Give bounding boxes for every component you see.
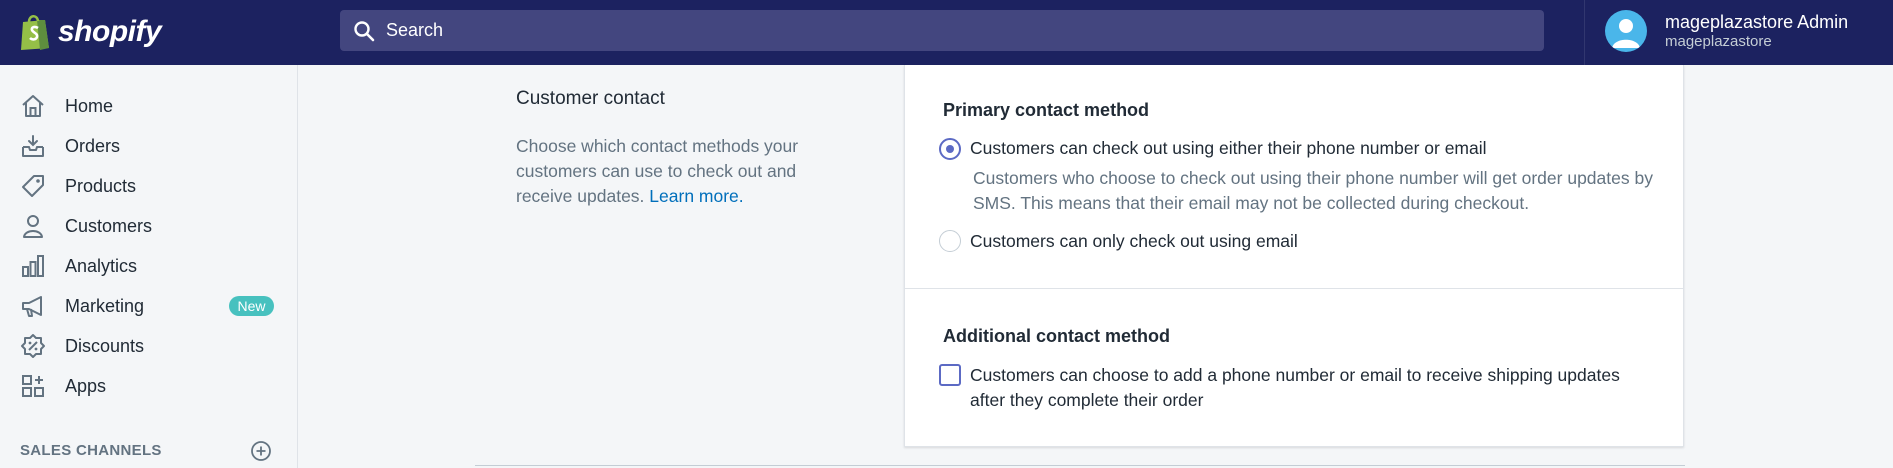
shopify-logo[interactable]: shopify <box>18 12 162 52</box>
sidebar-item-label: Orders <box>65 135 121 156</box>
avatar <box>1605 10 1647 52</box>
megaphone-icon <box>22 296 42 317</box>
radio-phone-or-email-help: Customers who choose to check out using … <box>973 168 1653 213</box>
sidebar-item-home[interactable]: Home <box>0 86 298 126</box>
sidebar-item-label: Analytics <box>65 255 138 276</box>
user-info: mageplazastore Admin mageplazastore <box>1665 11 1848 51</box>
radio-phone-or-email[interactable] <box>939 138 961 160</box>
radio-phone-or-email-label[interactable]: Customers can check out using either the… <box>970 136 1487 161</box>
user-avatar-icon <box>1612 19 1640 48</box>
radio-email-only[interactable] <box>939 230 961 252</box>
user-name: mageplazastore Admin <box>1665 12 1849 32</box>
divider <box>1584 0 1585 65</box>
apps-icon <box>22 375 44 397</box>
sidebar-item-label: Customers <box>65 215 153 236</box>
discount-icon <box>21 334 45 358</box>
top-bar: shopify Search mageplazastore Admin mage… <box>0 0 1893 65</box>
home-icon <box>22 95 44 117</box>
shopify-bag-icon <box>21 15 49 50</box>
section-description: Choose which contact methods your custom… <box>516 134 816 209</box>
sidebar-item-label: Marketing <box>65 295 145 316</box>
section-heading: Customer contact <box>516 88 665 109</box>
sidebar-item-apps[interactable]: Apps <box>0 366 298 406</box>
new-badge: New <box>229 296 274 316</box>
sidebar-item-label: Products <box>65 175 137 196</box>
search-input[interactable]: Search <box>386 20 443 41</box>
sidebar: Home Orders Products Customers Analytics <box>0 65 298 468</box>
card-divider <box>905 288 1683 289</box>
search-bar[interactable]: Search <box>340 10 1544 51</box>
sidebar-item-analytics[interactable]: Analytics <box>0 246 298 286</box>
add-sales-channel-icon[interactable] <box>250 440 272 462</box>
sidebar-item-label: Discounts <box>65 335 145 356</box>
learn-more-link[interactable]: Learn more. <box>649 186 743 206</box>
shipping-updates-checkbox[interactable] <box>939 364 961 386</box>
sales-channels-heading: SALES CHANNELS <box>20 442 162 459</box>
store-name: mageplazastore <box>1665 33 1772 50</box>
orders-icon <box>22 135 44 157</box>
sidebar-item-products[interactable]: Products <box>0 166 298 206</box>
tag-icon <box>22 175 44 197</box>
sidebar-item-orders[interactable]: Orders <box>0 126 298 166</box>
person-icon <box>23 215 43 238</box>
sidebar-item-label: Home <box>65 95 114 116</box>
contact-settings-card: Primary contact method Customers can che… <box>904 65 1684 447</box>
sidebar-item-discounts[interactable]: Discounts <box>0 326 298 366</box>
sidebar-item-customers[interactable]: Customers <box>0 206 298 246</box>
search-icon <box>354 20 375 41</box>
bar-chart-icon <box>22 255 44 277</box>
brand-name: shopify <box>58 15 162 48</box>
shipping-updates-checkbox-label[interactable]: Customers can choose to add a phone numb… <box>970 363 1650 413</box>
user-menu[interactable]: mageplazastore Admin mageplazastore <box>1605 10 1848 52</box>
divider <box>475 465 1685 466</box>
primary-contact-title: Primary contact method <box>943 100 1150 120</box>
sidebar-item-label: Apps <box>65 375 107 396</box>
sidebar-item-marketing[interactable]: Marketing New <box>0 286 298 326</box>
additional-contact-title: Additional contact method <box>943 326 1170 346</box>
radio-email-only-label[interactable]: Customers can only check out using email <box>970 229 1298 254</box>
